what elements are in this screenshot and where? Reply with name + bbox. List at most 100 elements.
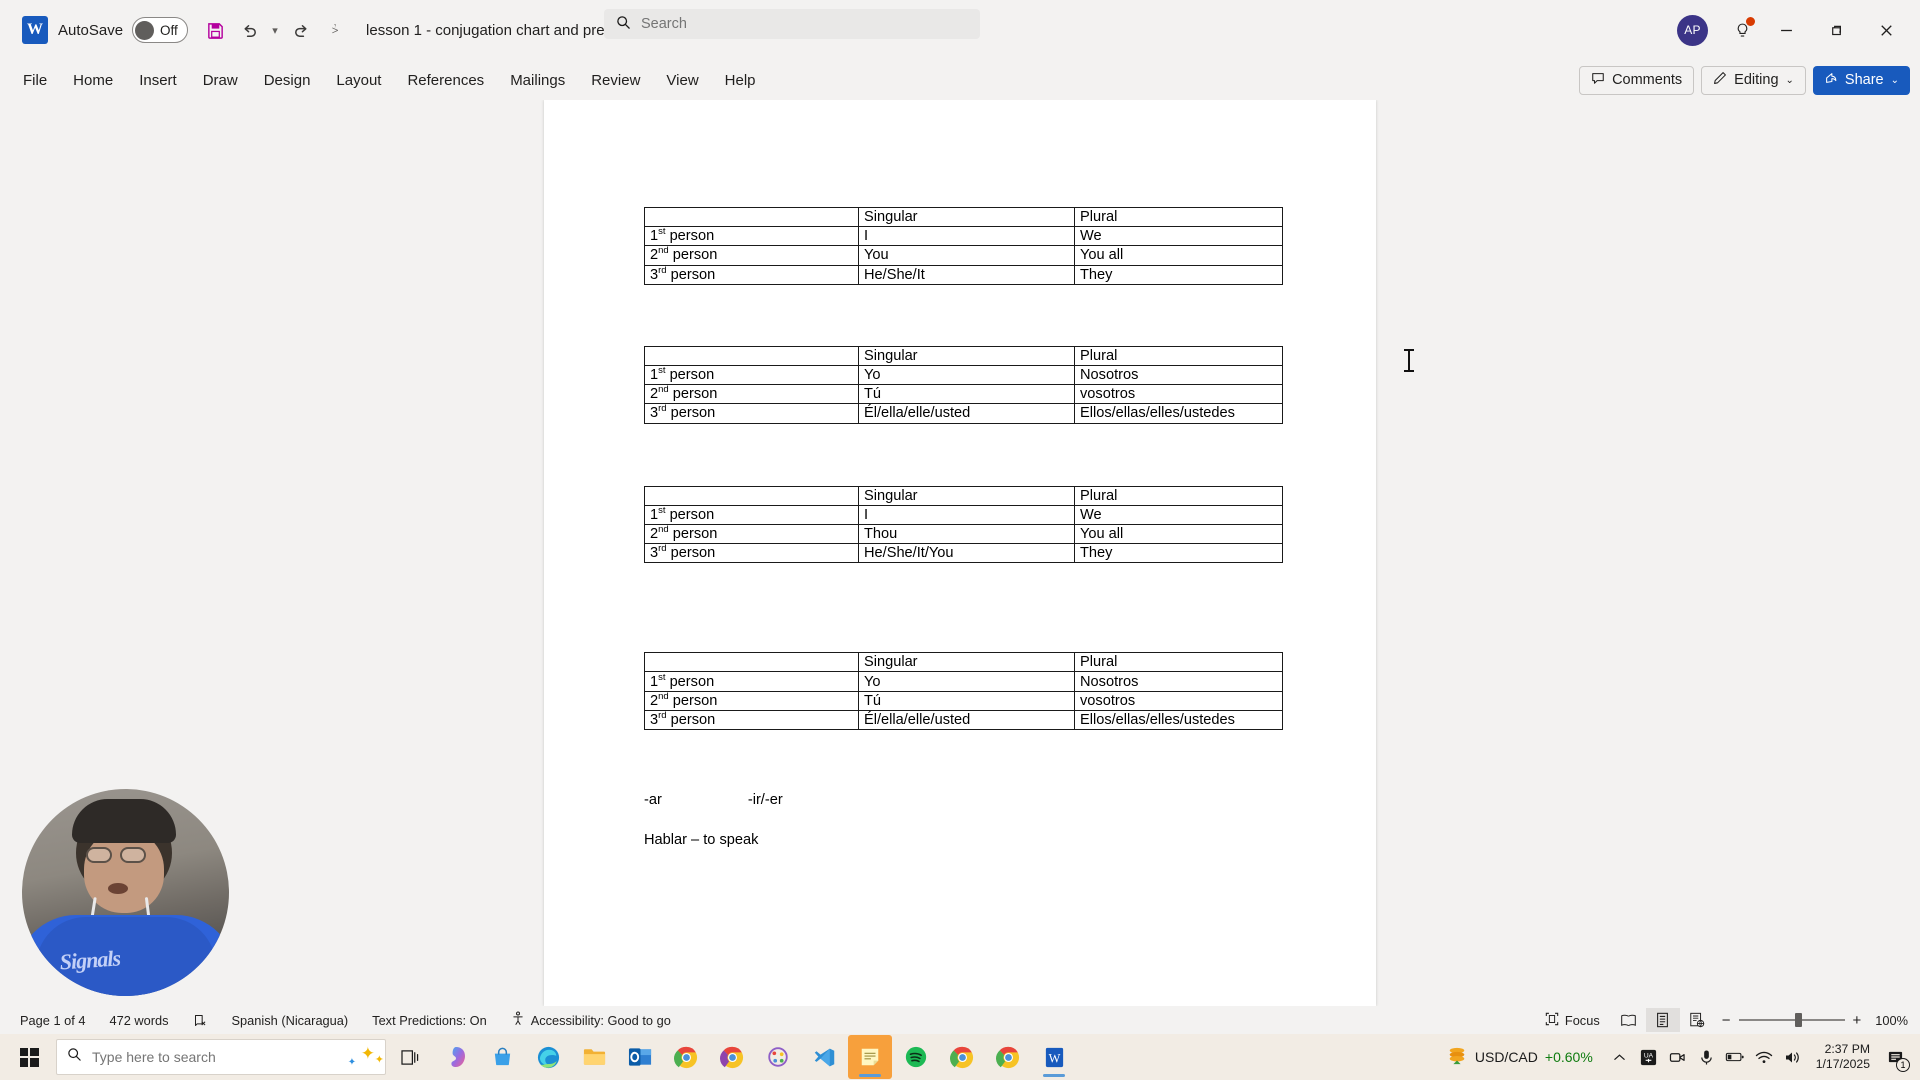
table-cell-plural[interactable]: You all <box>1074 523 1283 545</box>
table-cell-corner[interactable] <box>644 485 859 506</box>
status-word-count[interactable]: 472 words <box>97 1013 180 1028</box>
editing-chevron-down-icon[interactable]: ⌄ <box>1786 75 1794 86</box>
notifications-icon[interactable]: 1 <box>1880 1042 1910 1072</box>
tab-design[interactable]: Design <box>251 66 324 95</box>
chrome-icon-2[interactable] <box>940 1035 984 1079</box>
table-cell-singular[interactable]: He/She/It/You <box>858 543 1075 564</box>
table-cell-plural[interactable]: They <box>1074 264 1283 285</box>
table-cell-plural[interactable]: Nosotros <box>1074 671 1283 692</box>
status-accessibility[interactable]: Accessibility: Good to go <box>499 1011 683 1029</box>
customize-quick-access-icon[interactable]: ⩼ <box>326 13 344 47</box>
tab-view[interactable]: View <box>653 66 711 95</box>
table-cell-singular[interactable]: Thou <box>858 523 1075 545</box>
table-cell-singular[interactable]: You <box>858 245 1075 266</box>
zoom-slider[interactable]: − + <box>1714 1012 1870 1029</box>
tab-draw[interactable]: Draw <box>190 66 251 95</box>
web-layout-icon[interactable] <box>1680 1008 1714 1032</box>
zoom-slider-track[interactable] <box>1738 1013 1845 1027</box>
table-cell-person[interactable]: 1st person <box>644 671 859 692</box>
table-cell-person[interactable]: 1st person <box>644 364 859 386</box>
table-cell-corner[interactable] <box>644 206 859 228</box>
table-cell-corner[interactable] <box>644 652 859 673</box>
table-cell-person[interactable]: 1st person <box>644 226 859 247</box>
sticky-notes-icon[interactable] <box>848 1035 892 1079</box>
table-cell-person[interactable]: 2nd person <box>644 690 859 711</box>
table-cell-plural[interactable]: vosotros <box>1074 384 1283 405</box>
file-explorer-icon[interactable] <box>572 1035 616 1079</box>
table-header-singular[interactable]: Singular <box>858 345 1075 366</box>
search-box[interactable] <box>604 9 980 39</box>
tab-review[interactable]: Review <box>578 66 653 95</box>
table-english-archaic-pronouns[interactable]: Singular Plural 1st person I We 2nd pers… <box>644 485 1283 564</box>
store-icon[interactable] <box>480 1035 524 1079</box>
zoom-in-button[interactable]: + <box>1853 1012 1862 1029</box>
table-cell-person[interactable]: 1st person <box>644 504 859 525</box>
table-header-plural[interactable]: Plural <box>1074 206 1283 228</box>
table-cell-singular[interactable]: Tú <box>858 384 1075 405</box>
share-chevron-down-icon[interactable]: ⌄ <box>1891 75 1899 86</box>
taskbar-search-box[interactable]: ✦✦✦ <box>56 1039 386 1075</box>
read-mode-icon[interactable] <box>1612 1008 1646 1032</box>
undo-icon[interactable] <box>232 13 266 47</box>
table-cell-person[interactable]: 3rd person <box>644 709 859 731</box>
table-cell-singular[interactable]: I <box>858 226 1075 247</box>
tab-help[interactable]: Help <box>712 66 769 95</box>
zoom-level[interactable]: 100% <box>1869 1013 1912 1028</box>
paint-icon[interactable] <box>756 1035 800 1079</box>
table-cell-plural[interactable]: You all <box>1074 245 1283 266</box>
chrome-icon[interactable] <box>664 1035 708 1079</box>
zoom-slider-thumb[interactable] <box>1794 1013 1802 1027</box>
table-cell-person[interactable]: 2nd person <box>644 523 859 545</box>
word-icon[interactable]: W <box>1032 1035 1076 1079</box>
status-page-number[interactable]: Page 1 of 4 <box>8 1013 97 1028</box>
table-cell-singular[interactable]: Él/ella/elle/usted <box>858 403 1075 424</box>
tell-me-bulb-icon[interactable] <box>1724 12 1760 48</box>
document-canvas[interactable]: Singular Plural 1st person I We 2nd pers… <box>0 100 1920 1006</box>
table-header-plural[interactable]: Plural <box>1074 652 1283 673</box>
tab-references[interactable]: References <box>394 66 497 95</box>
save-icon[interactable] <box>198 13 232 47</box>
editing-mode-button[interactable]: Editing ⌄ <box>1701 65 1806 95</box>
outlook-icon[interactable] <box>618 1035 662 1079</box>
vscode-icon[interactable] <box>802 1035 846 1079</box>
tab-layout[interactable]: Layout <box>323 66 394 95</box>
table-cell-plural[interactable]: We <box>1074 226 1283 247</box>
copilot-icon[interactable] <box>434 1035 478 1079</box>
table-cell-singular[interactable]: Yo <box>858 364 1075 386</box>
avatar[interactable]: AP <box>1677 14 1708 46</box>
focus-button[interactable]: Focus <box>1533 1012 1612 1029</box>
table-spanish-pronouns-repeat[interactable]: Singular Plural 1st person Yo Nosotros 2… <box>644 652 1283 731</box>
print-layout-icon[interactable] <box>1645 1008 1680 1032</box>
minimize-button[interactable] <box>1762 11 1810 49</box>
chrome-icon-3[interactable] <box>986 1035 1030 1079</box>
table-cell-plural[interactable]: Ellos/ellas/elles/ustedes <box>1074 709 1283 731</box>
tab-mailings[interactable]: Mailings <box>497 66 578 95</box>
task-view-icon[interactable] <box>388 1035 432 1079</box>
table-cell-plural[interactable]: vosotros <box>1074 690 1283 711</box>
volume-icon[interactable] <box>1781 1042 1806 1072</box>
edge-icon[interactable] <box>526 1035 570 1079</box>
table-cell-singular[interactable]: Tú <box>858 690 1075 711</box>
search-input[interactable] <box>641 16 968 32</box>
table-cell-person[interactable]: 2nd person <box>644 245 859 266</box>
table-cell-singular[interactable]: Yo <box>858 671 1075 692</box>
tab-home[interactable]: Home <box>60 66 126 95</box>
taskbar-clock[interactable]: 2:37 PM 1/17/2025 <box>1810 1042 1876 1072</box>
status-text-predictions[interactable]: Text Predictions: On <box>360 1013 499 1028</box>
table-cell-plural[interactable]: They <box>1074 543 1283 564</box>
table-cell-person[interactable]: 2nd person <box>644 384 859 405</box>
document-page[interactable]: Singular Plural 1st person I We 2nd pers… <box>544 100 1376 1006</box>
table-cell-corner[interactable] <box>644 345 859 366</box>
close-button[interactable] <box>1862 11 1910 49</box>
share-button[interactable]: Share ⌄ <box>1812 65 1910 95</box>
table-header-plural[interactable]: Plural <box>1074 485 1283 506</box>
table-cell-singular[interactable]: I <box>858 504 1075 525</box>
comments-button[interactable]: Comments <box>1579 65 1695 95</box>
chrome-profile-icon[interactable] <box>710 1035 754 1079</box>
table-cell-singular[interactable]: He/She/It <box>858 264 1075 285</box>
table-spanish-pronouns[interactable]: Singular Plural 1st person Yo Nosotros 2… <box>644 345 1283 424</box>
language-ua-icon[interactable]: UA <box>1636 1042 1661 1072</box>
table-header-singular[interactable]: Singular <box>858 652 1075 673</box>
table-header-singular[interactable]: Singular <box>858 485 1075 506</box>
battery-icon[interactable] <box>1723 1042 1748 1072</box>
